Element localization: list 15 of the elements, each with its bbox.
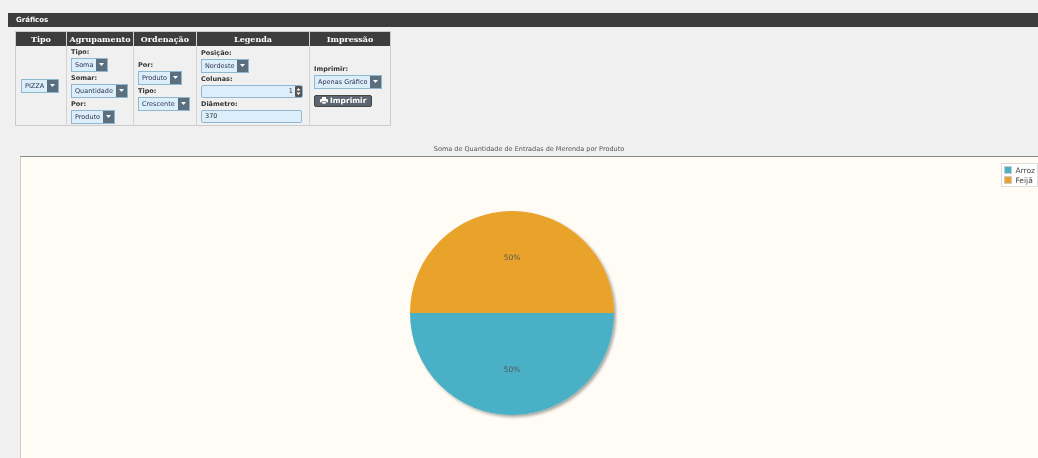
caret-icon [373, 80, 379, 83]
spinner-icon [295, 85, 302, 97]
caret-icon [99, 63, 105, 66]
caret-icon [173, 76, 179, 79]
caret-icon [118, 89, 124, 92]
printer-icon [320, 97, 328, 104]
column-header: Impressão [310, 32, 390, 46]
column-header: Tipo [16, 32, 66, 46]
column-header: Agrupamento [67, 32, 133, 46]
caret-icon [180, 102, 186, 105]
column-header: Legenda [197, 32, 309, 46]
caret-icon [240, 64, 246, 67]
caret-icon [106, 115, 112, 118]
caret-icon [50, 84, 56, 87]
column-header: Ordenação [134, 32, 196, 46]
